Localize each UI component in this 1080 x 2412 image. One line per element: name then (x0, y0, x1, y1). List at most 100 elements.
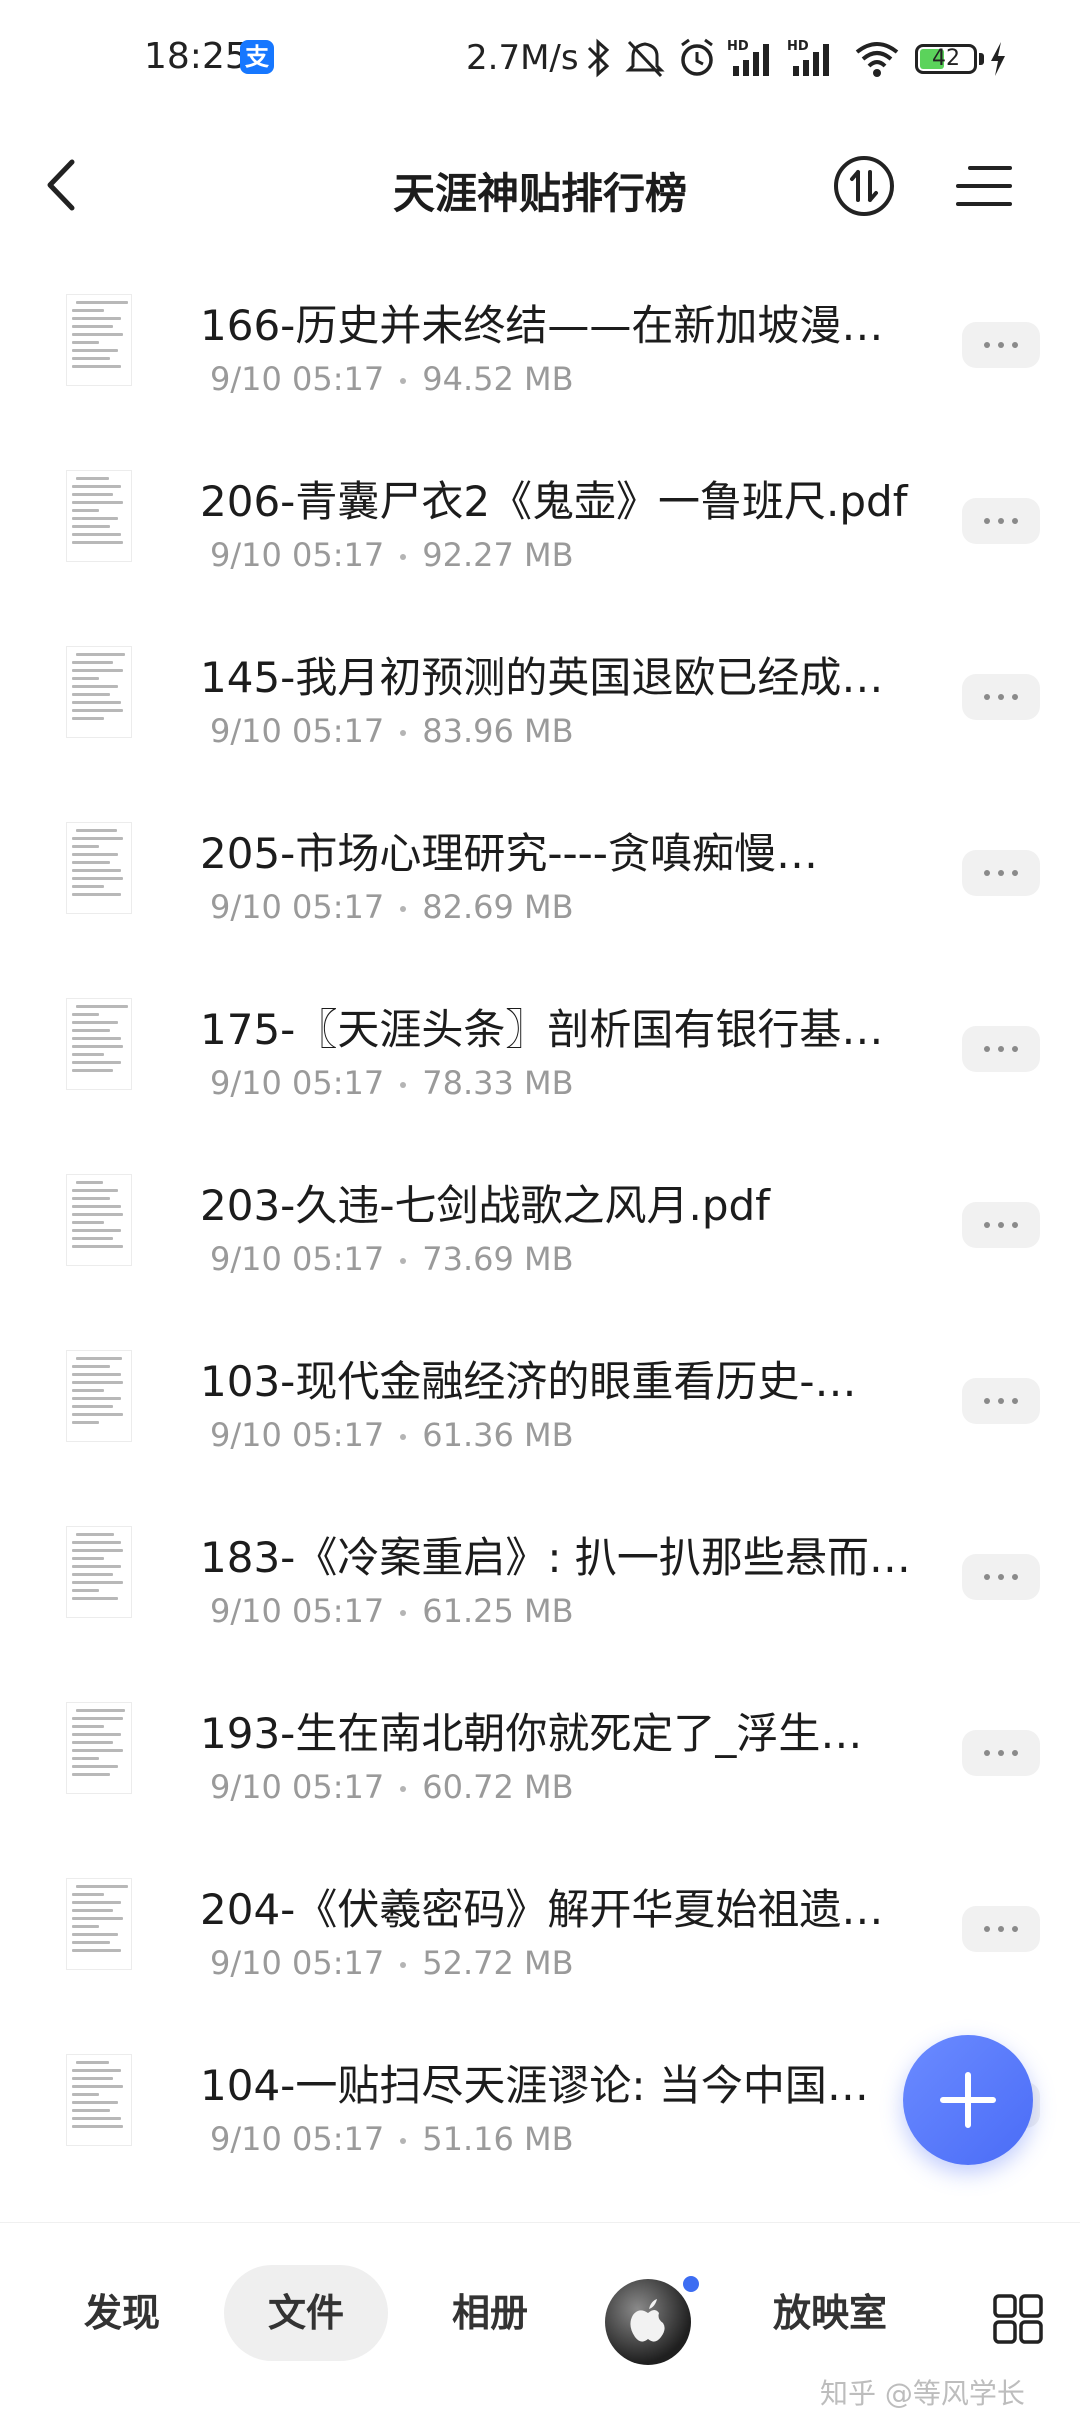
battery-tip (979, 53, 984, 65)
file-name: 104-一贴扫尽天涯谬论: 当今中国… (200, 2061, 869, 2110)
file-row[interactable]: 175-〖天涯头条〗剖析国有银行基… 9/10 05:17 78.33 MB (0, 984, 1080, 1160)
file-row[interactable]: 203-久违-七剑战歌之风月.pdf 9/10 05:17 73.69 MB (0, 1160, 1080, 1336)
more-button[interactable] (962, 498, 1040, 544)
separator-dot (400, 378, 407, 384)
file-date: 9/10 05:17 (210, 536, 385, 574)
more-button[interactable] (962, 1730, 1040, 1776)
pdf-thumbnail (66, 646, 132, 738)
separator-dot (400, 1962, 407, 1968)
status-bar: 18:25 支 2.7M/s HD HD 42 (0, 0, 1080, 120)
more-button[interactable] (962, 322, 1040, 368)
more-button[interactable] (962, 1906, 1040, 1952)
file-size: 61.25 MB (422, 1592, 574, 1630)
file-row[interactable]: 204-《伏羲密码》解开华夏始祖遗… 9/10 05:17 52.72 MB (0, 1864, 1080, 2040)
file-row[interactable]: 103-现代金融经济的眼重看历史-… 9/10 05:17 61.36 MB (0, 1336, 1080, 1512)
file-name: 145-我月初预测的英国退欧已经成… (200, 653, 884, 702)
battery-icon: 42 (915, 44, 977, 74)
file-meta: 9/10 05:17 83.96 MB (210, 712, 574, 750)
nav-discover[interactable]: 发现 (62, 2265, 182, 2361)
pdf-thumbnail (66, 1350, 132, 1442)
grid-button[interactable] (992, 2293, 1044, 2345)
pdf-thumbnail (66, 294, 132, 386)
file-row[interactable]: 193-生在南北朝你就死定了_浮生… 9/10 05:17 60.72 MB (0, 1688, 1080, 1864)
file-name: 203-久违-七剑战歌之风月.pdf (200, 1181, 770, 1230)
file-name: 193-生在南北朝你就死定了_浮生… (200, 1709, 863, 1758)
file-size: 82.69 MB (422, 888, 574, 926)
file-name: 166-历史并未终结——在新加坡漫… (200, 301, 884, 350)
svg-text:HD: HD (787, 39, 809, 54)
menu-button[interactable] (952, 138, 1016, 234)
more-icon (962, 1398, 1040, 1404)
mute-icon (625, 40, 665, 78)
alipay-icon: 支 (240, 40, 274, 74)
file-row[interactable]: 145-我月初预测的英国退欧已经成… 9/10 05:17 83.96 MB (0, 632, 1080, 808)
apple-button[interactable] (605, 2279, 691, 2365)
file-size: 92.27 MB (422, 536, 574, 574)
file-name: 183-《冷案重启》: 扒一扒那些悬而… (200, 1533, 911, 1582)
menu-icon (956, 166, 1012, 206)
pdf-thumbnail (66, 1702, 132, 1794)
file-date: 9/10 05:17 (210, 888, 385, 926)
more-icon (962, 342, 1040, 348)
add-button[interactable] (903, 2035, 1033, 2165)
file-date: 9/10 05:17 (210, 1592, 385, 1630)
pdf-thumbnail (66, 1878, 132, 1970)
pdf-thumbnail (66, 2054, 132, 2146)
file-meta: 9/10 05:17 82.69 MB (210, 888, 574, 926)
more-icon (962, 1046, 1040, 1052)
file-size: 60.72 MB (422, 1768, 574, 1806)
file-date: 9/10 05:17 (210, 1768, 385, 1806)
file-meta: 9/10 05:17 61.36 MB (210, 1416, 574, 1454)
separator-dot (400, 1786, 407, 1792)
file-meta: 9/10 05:17 61.25 MB (210, 1592, 574, 1630)
file-size: 94.52 MB (422, 360, 574, 398)
more-icon (962, 518, 1040, 524)
file-meta: 9/10 05:17 60.72 MB (210, 1768, 574, 1806)
file-size: 51.16 MB (422, 2120, 574, 2158)
network-speed: 2.7M/s (466, 38, 579, 78)
file-name: 205-市场心理研究----贪嗔痴慢… (200, 829, 818, 878)
file-date: 9/10 05:17 (210, 2120, 385, 2158)
file-size: 73.69 MB (422, 1240, 574, 1278)
pdf-thumbnail (66, 1526, 132, 1618)
nav-photos[interactable]: 相册 (430, 2265, 550, 2361)
plus-icon (940, 2072, 996, 2128)
file-row[interactable]: 166-历史并未终结——在新加坡漫… 9/10 05:17 94.52 MB (0, 280, 1080, 456)
separator-dot (400, 1434, 407, 1440)
file-size: 78.33 MB (422, 1064, 574, 1102)
nav-files[interactable]: 文件 (224, 2265, 388, 2361)
more-button[interactable] (962, 850, 1040, 896)
separator-dot (400, 554, 407, 560)
pdf-thumbnail (66, 1174, 132, 1266)
more-icon (962, 694, 1040, 700)
file-row[interactable]: 183-《冷案重启》: 扒一扒那些悬而… 9/10 05:17 61.25 MB (0, 1512, 1080, 1688)
file-date: 9/10 05:17 (210, 1064, 385, 1102)
more-button[interactable] (962, 1554, 1040, 1600)
file-size: 52.72 MB (422, 1944, 574, 1982)
file-meta: 9/10 05:17 51.16 MB (210, 2120, 574, 2158)
more-icon (962, 1574, 1040, 1580)
file-row[interactable]: 206-青囊尸衣2《鬼壶》一鲁班尺.pdf 9/10 05:17 92.27 MB (0, 456, 1080, 632)
more-button[interactable] (962, 1026, 1040, 1072)
more-button[interactable] (962, 1378, 1040, 1424)
svg-text:HD: HD (727, 39, 749, 54)
hd-signal-icon: HD (787, 39, 829, 76)
sort-icon (834, 156, 894, 216)
file-date: 9/10 05:17 (210, 1240, 385, 1278)
file-meta: 9/10 05:17 78.33 MB (210, 1064, 574, 1102)
file-row[interactable]: 205-市场心理研究----贪嗔痴慢… 9/10 05:17 82.69 MB (0, 808, 1080, 984)
file-name: 206-青囊尸衣2《鬼壶》一鲁班尺.pdf (200, 477, 908, 526)
pdf-thumbnail (66, 998, 132, 1090)
file-name: 103-现代金融经济的眼重看历史-… (200, 1357, 857, 1406)
more-button[interactable] (962, 674, 1040, 720)
nav-cinema[interactable]: 放映室 (760, 2265, 900, 2361)
more-button[interactable] (962, 1202, 1040, 1248)
apple-icon (630, 2299, 665, 2342)
charging-icon (991, 42, 1005, 76)
pdf-thumbnail (66, 822, 132, 914)
sort-button[interactable] (832, 138, 896, 234)
status-time: 18:25 (144, 36, 248, 77)
separator-dot (400, 2138, 407, 2144)
file-meta: 9/10 05:17 94.52 MB (210, 360, 574, 398)
more-icon (962, 1926, 1040, 1932)
